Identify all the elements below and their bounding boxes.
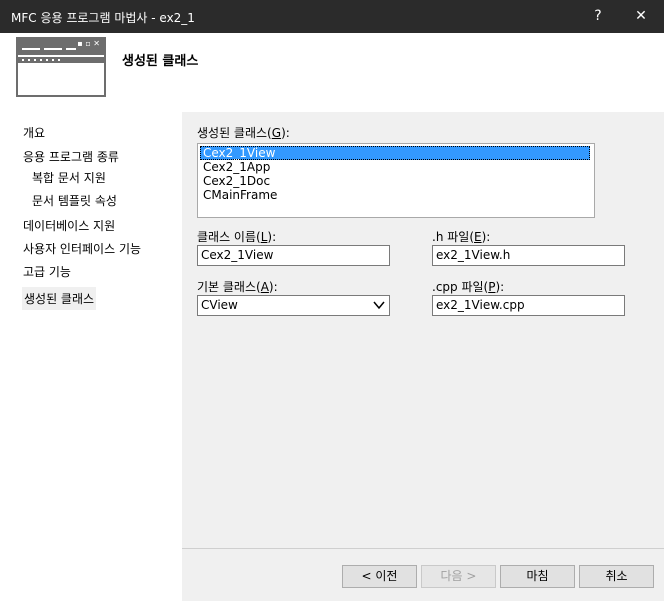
cancel-button[interactable]: 취소 xyxy=(579,565,654,588)
prev-button[interactable]: < 이전 xyxy=(342,565,417,588)
finish-button[interactable]: 마침 xyxy=(500,565,575,588)
generated-classes-label: 생성된 클래스(G): xyxy=(197,126,290,140)
divider xyxy=(182,548,664,549)
nav-item-compound-document[interactable]: 복합 문서 지원 xyxy=(32,169,106,186)
list-item[interactable]: Cex2_1App xyxy=(200,160,590,174)
class-name-field[interactable]: Cex2_1View xyxy=(197,245,390,266)
nav-item-document-template[interactable]: 문서 템플릿 속성 xyxy=(32,192,117,209)
list-item[interactable]: Cex2_1Doc xyxy=(200,174,590,188)
wizard-header: ▪ ▫ ✕ 생성된 클래스 xyxy=(0,33,664,112)
window-title: MFC 응용 프로그램 마법사 - ex2_1 xyxy=(11,11,195,25)
nav-item-user-interface[interactable]: 사용자 인터페이스 기능 xyxy=(23,240,141,257)
h-file-label: .h 파일(E): xyxy=(432,230,491,244)
nav-item-overview[interactable]: 개요 xyxy=(23,124,45,141)
window-layout-icon: ▪ ▫ ✕ xyxy=(16,37,106,97)
help-button[interactable]: ? xyxy=(575,0,621,33)
class-name-label: 클래스 이름(L): xyxy=(197,230,277,244)
wizard-content: 생성된 클래스(G): Cex2_1View Cex2_1App Cex2_1D… xyxy=(182,112,664,601)
cpp-file-label: .cpp 파일(P): xyxy=(432,280,505,294)
cpp-file-field[interactable]: ex2_1View.cpp xyxy=(432,295,625,316)
close-button[interactable]: ✕ xyxy=(618,0,664,33)
base-class-dropdown[interactable]: CView xyxy=(197,295,390,316)
next-button[interactable]: 다음 > xyxy=(421,565,496,588)
base-class-value: CView xyxy=(201,298,238,312)
generated-classes-list[interactable]: Cex2_1View Cex2_1App Cex2_1Doc CMainFram… xyxy=(197,143,595,218)
page-title: 생성된 클래스 xyxy=(122,54,199,69)
nav-item-database-support[interactable]: 데이터베이스 지원 xyxy=(23,217,115,234)
base-class-label: 기본 클래스(A): xyxy=(197,280,278,294)
h-file-field[interactable]: ex2_1View.h xyxy=(432,245,625,266)
wizard-nav: 개요 응용 프로그램 종류 복합 문서 지원 문서 템플릿 속성 데이터베이스 … xyxy=(0,112,182,601)
nav-item-advanced-features[interactable]: 고급 기능 xyxy=(23,263,71,280)
title-bar: MFC 응용 프로그램 마법사 - ex2_1 ? ✕ xyxy=(0,0,664,33)
window-controls-mini-icon: ▪ ▫ ✕ xyxy=(77,39,100,48)
list-item[interactable]: Cex2_1View xyxy=(200,146,590,160)
chevron-down-icon xyxy=(373,301,385,310)
nav-item-generated-classes[interactable]: 생성된 클래스 xyxy=(22,287,97,310)
list-item[interactable]: CMainFrame xyxy=(200,188,590,202)
nav-item-application-type[interactable]: 응용 프로그램 종류 xyxy=(23,148,119,165)
